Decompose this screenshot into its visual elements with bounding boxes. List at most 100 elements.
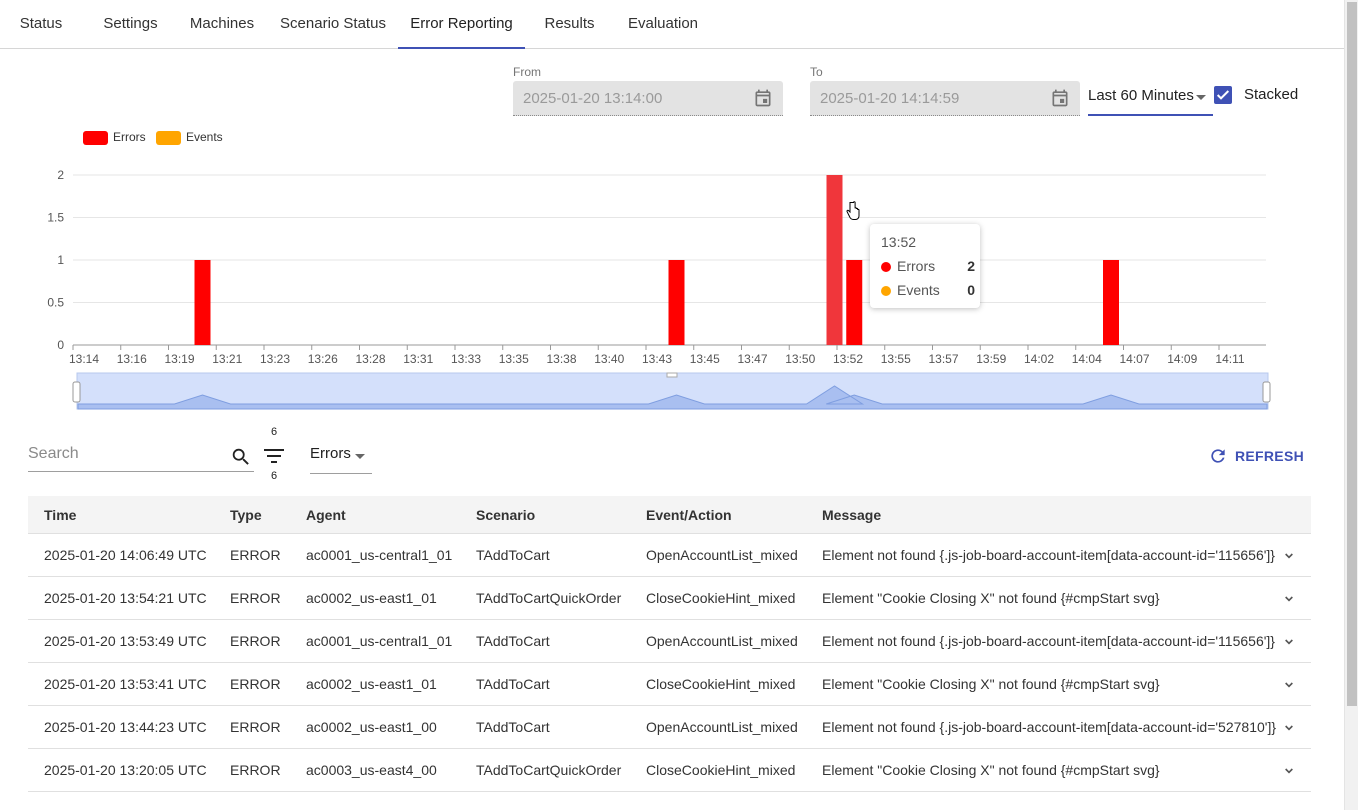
bar-errors <box>1103 260 1119 345</box>
x-tick-label: 13:19 <box>164 352 194 366</box>
header-type[interactable]: Type <box>230 507 262 523</box>
type-filter-select[interactable]: Errors <box>310 440 372 474</box>
cell-time: 2025-01-20 13:54:21 UTC <box>44 590 207 606</box>
cell-message: Element not found {.js-job-board-account… <box>822 719 1277 735</box>
expand-row-chevron-icon[interactable] <box>1281 677 1297 693</box>
cell-message: Element "Cookie Closing X" not found {#c… <box>822 590 1160 606</box>
stacked-checkbox[interactable] <box>1214 86 1232 104</box>
table-row[interactable]: 2025-01-20 13:20:05 UTC ERROR ac0003_us-ea… <box>28 749 1311 792</box>
cell-type: ERROR <box>230 633 281 649</box>
expand-row-chevron-icon[interactable] <box>1281 763 1297 779</box>
header-message[interactable]: Message <box>822 507 881 523</box>
bar-errors <box>194 260 211 345</box>
tab-status[interactable]: Status <box>8 0 74 48</box>
from-date-field[interactable]: 2025-01-20 13:14:00 <box>513 81 783 116</box>
cell-scenario: TAddToCart <box>476 633 550 649</box>
legend-label: Events <box>186 130 223 144</box>
table-row[interactable]: 2025-01-20 13:53:41 UTC ERROR ac0002_us-ea… <box>28 663 1311 706</box>
cell-message: Element "Cookie Closing X" not found {#c… <box>822 676 1160 692</box>
tooltip-title: 13:52 <box>881 234 917 250</box>
tab-machines[interactable]: Machines <box>183 0 261 48</box>
to-label: To <box>810 65 823 79</box>
tab-settings[interactable]: Settings <box>94 0 167 48</box>
cell-agent: ac0001_us-central1_01 <box>306 547 453 563</box>
tab-results[interactable]: Results <box>536 0 603 48</box>
search-icon[interactable] <box>230 446 252 468</box>
x-tick-label: 14:11 <box>1215 352 1244 366</box>
cell-scenario: TAddToCart <box>476 547 550 563</box>
cell-scenario: TAddToCart <box>476 676 550 692</box>
time-range-select[interactable]: Last 60 Minutes <box>1088 82 1213 116</box>
x-tick-label: 13:57 <box>928 352 958 366</box>
cell-event-action: OpenAccountList_mixed <box>646 547 798 563</box>
type-filter-value: Errors <box>310 445 351 462</box>
x-tick-label: 13:23 <box>260 352 290 366</box>
brush-handle-right <box>1262 381 1271 403</box>
cell-event-action: CloseCookieHint_mixed <box>646 762 796 778</box>
search-input[interactable] <box>28 445 218 463</box>
table-row[interactable]: 2025-01-20 13:53:49 UTC ERROR ac0001_us-ce… <box>28 620 1311 663</box>
expand-row-chevron-icon[interactable] <box>1281 634 1297 650</box>
brush-move-handle <box>666 372 678 378</box>
tooltip-series-name: Errors <box>897 258 936 274</box>
x-tick-label: 13:40 <box>594 352 624 366</box>
time-range-value: Last 60 Minutes <box>1088 87 1194 104</box>
x-tick-label: 14:02 <box>1024 352 1054 366</box>
x-tick-label: 13:45 <box>690 352 720 366</box>
filter-count-label: 6 <box>271 470 278 482</box>
cell-time: 2025-01-20 14:06:49 UTC <box>44 547 207 563</box>
x-tick-label: 13:43 <box>642 352 672 366</box>
from-label: From <box>513 65 541 79</box>
expand-row-chevron-icon[interactable] <box>1281 591 1297 607</box>
y-tick-label: 1 <box>57 253 64 267</box>
x-tick-label: 13:55 <box>881 352 911 366</box>
table-row[interactable]: 2025-01-20 13:54:21 UTC ERROR ac0002_us-ea… <box>28 577 1311 620</box>
header-agent[interactable]: Agent <box>306 507 346 523</box>
tab-error-reporting[interactable]: Error Reporting <box>398 0 525 48</box>
tab-bar: Status Settings Machines Scenario Status… <box>0 0 1344 49</box>
x-tick-label: 14:07 <box>1119 352 1149 366</box>
table-header: Time Type Agent Scenario Event/Action Me… <box>28 496 1311 534</box>
calendar-icon[interactable] <box>1050 88 1070 108</box>
x-tick-label: 13:33 <box>451 352 481 366</box>
hand-cursor-icon <box>846 201 860 220</box>
x-tick-label: 13:26 <box>308 352 338 366</box>
page-scrollbar[interactable] <box>1344 0 1358 810</box>
header-time[interactable]: Time <box>44 507 76 523</box>
expand-row-chevron-icon[interactable] <box>1281 548 1297 564</box>
to-date-value: 2025-01-20 14:14:59 <box>820 90 960 107</box>
header-event-action[interactable]: Event/Action <box>646 507 732 523</box>
header-scenario[interactable]: Scenario <box>476 507 535 523</box>
y-tick-label: 0 <box>57 338 64 352</box>
expand-row-chevron-icon[interactable] <box>1281 720 1297 736</box>
scrollbar-thumb[interactable] <box>1347 2 1357 706</box>
x-tick-label: 13:14 <box>69 352 99 366</box>
tooltip-series-name: Events <box>897 282 940 298</box>
legend-swatch <box>83 131 108 145</box>
cell-agent: ac0003_us-east4_00 <box>306 762 437 778</box>
y-tick-label: 1.5 <box>47 211 64 225</box>
tab-scenario-status[interactable]: Scenario Status <box>276 0 390 48</box>
table-row[interactable]: 2025-01-20 14:06:49 UTC ERROR ac0001_us-ce… <box>28 534 1311 577</box>
bar-errors <box>668 260 685 345</box>
bar-errors <box>826 175 843 345</box>
cell-scenario: TAddToCartQuickOrder <box>476 590 622 606</box>
cell-event-action: OpenAccountList_mixed <box>646 633 798 649</box>
table-row[interactable]: 2025-01-20 13:44:23 UTC ERROR ac0002_us-ea… <box>28 706 1311 749</box>
errors-table: Time Type Agent Scenario Event/Action Me… <box>28 496 1311 792</box>
x-tick-label: 13:59 <box>976 352 1006 366</box>
x-tick-label: 13:38 <box>546 352 576 366</box>
cell-agent: ac0002_us-east1_01 <box>306 676 437 692</box>
filter-icon[interactable] <box>263 446 285 466</box>
cell-scenario: TAddToCartQuickOrder <box>476 762 622 778</box>
brush-handle-left <box>72 381 81 403</box>
check-icon <box>1216 90 1230 100</box>
x-tick-label: 13:35 <box>499 352 529 366</box>
cell-agent: ac0001_us-central1_01 <box>306 633 453 649</box>
tab-evaluation[interactable]: Evaluation <box>620 0 706 48</box>
tooltip-row-events: Events 0 <box>881 282 975 300</box>
calendar-icon[interactable] <box>753 88 773 108</box>
x-tick-label: 13:31 <box>403 352 433 366</box>
chevron-down-icon <box>1196 95 1206 100</box>
to-date-field[interactable]: 2025-01-20 14:14:59 <box>810 81 1080 116</box>
